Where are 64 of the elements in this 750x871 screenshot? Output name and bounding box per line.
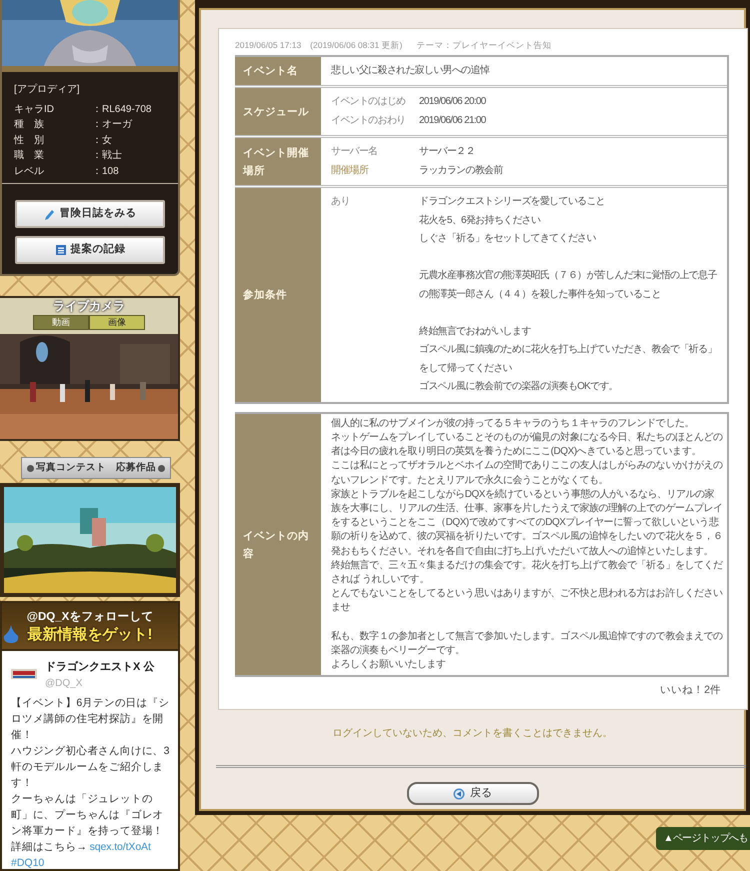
description-text: 終始無言で、三々五々集まるだけの集会です。花火を打ち上げて教会で「祈る」をしてくだされば うれしいです。 — [331, 558, 723, 587]
row-value: 悲しい父に殺された寂しい男への追悼 — [331, 64, 491, 78]
condition-text: しぐさ「祈る」をセットしてきてください — [419, 232, 597, 246]
tweet-text: 詳細はこちら→ sqex.to/tXoAt — [11, 840, 152, 854]
description-text: 個人的に私のサブメインが彼の持ってる５キャラのうち１キャラのフレンドでした。 — [331, 416, 695, 431]
tweet-author: ドラゴンクエストX 公 — [45, 660, 154, 675]
sidebar-button[interactable]: 提案の記録 — [15, 236, 165, 264]
row-label: 参加条件 — [235, 188, 321, 402]
stat-label: 職 業 — [14, 148, 45, 163]
tweet-text: 【イベント】6月テンの日は『シロツメ講師の住宅村探訪』を開催！ — [11, 696, 170, 742]
description-text: 家族とトラブルを起こしながらDQXを続けているという事態の人がいるなら、リアルの家族を大事にし、リアルの生活、仕事、家事を片したうえで家族の理解の上でのゲームプレイをするということをここ（DQX)で改めてすべてのDQXプレイヤーに誓って欲しいという悲願の祈りを込めて、彼の冥福を祈りたいです。ゴスペル風の追悼をしたいので花火を５，６発おもちください。それを各自で自由に打ち上げいただいて故人への追悼といたします。 — [331, 488, 723, 559]
tweet-text: クーちゃんは「ジュレットの町」に、プーちゃんは『ゴレオン将軍カード』を持って登場！ — [11, 792, 165, 838]
row-label: イベント開催場所 — [235, 138, 321, 186]
condition-text: 終始無言でおねがいします — [419, 324, 532, 339]
condition-text: ドラゴンクエストシリーズを愛していること — [419, 194, 606, 210]
condition-text: 花火を5、6発お持ちください — [419, 214, 542, 228]
field-value: ラッカランの教会前 — [419, 164, 503, 178]
field-label: イベントのおわり — [331, 114, 406, 128]
row-label: イベントの内容 — [235, 414, 321, 676]
stat-label: 性 別 — [14, 134, 45, 148]
camera-tab[interactable]: 動画 — [33, 315, 89, 330]
description-text: ここは私にとってザオラルとベホイムの空間でありここの友人はしがらみのないかけがえのないフレンドです。たとえリアルで永久に会うことがなくても。 — [331, 459, 723, 488]
sidebar-button[interactable]: 冒険日誌をみる — [15, 200, 165, 228]
tweet-text: ハウジング初心者さん向けに、3軒のモデルルームをご紹介します！ — [11, 744, 170, 790]
field-label: サーバー名 — [331, 145, 379, 160]
field-value: サーバー２２ — [419, 145, 475, 160]
condition-text: 元農水産事務次官の熊澤英昭氏（７６）が苦しんだ末に覚悟の上で息子の熊澤英一郎さん（４４）を殺した事件を知っていること — [419, 268, 718, 302]
description-text: 私も、数字１の参加者として無言で参加いたします。ゴスペル風追悼ですので教会まえでの楽器の演奏もベリーグーです。 — [331, 630, 723, 658]
back-button[interactable]: 戻る — [406, 782, 538, 806]
stat-label: レベル — [14, 164, 45, 178]
follow-banner[interactable]: @DQ_Xをフォローして 最新情報をゲット! — [0, 601, 180, 651]
page-top-button[interactable]: ▲ページトップへも — [656, 827, 750, 850]
section-title: ライブカメラ — [53, 298, 125, 315]
condition-text: ゴスペル風に鎮魂のために花火を打ち上げていただき、教会で「祈る」をして帰ってください — [419, 342, 718, 376]
description-text: とんでもないことをしてるという思いはありますが、ご不快と思われる方はお許しくださいませ — [331, 587, 723, 616]
character-name: [アプロディア] — [14, 82, 81, 97]
stat-value: ：108 — [92, 164, 119, 178]
stat-label: キャラID — [14, 102, 55, 116]
camera-tab[interactable]: 画像 — [89, 315, 145, 330]
pen-icon — [44, 208, 56, 220]
field-value: 2019/06/06 20:00 — [419, 95, 486, 110]
row-label: スケジュール — [235, 88, 321, 136]
list-icon — [54, 244, 66, 256]
like-count: いいね！2件 — [659, 683, 722, 698]
stat-value: ：女 — [92, 134, 112, 148]
comment-notice: ログインしていないため、コメントを書くことはできません。 — [332, 726, 614, 742]
slime-icon — [3, 625, 19, 643]
stat-value: ：RL649-708 — [92, 102, 152, 116]
field-label: イベントのはじめ — [331, 95, 406, 110]
field-label: 開催場所 — [331, 164, 370, 178]
row-label: イベント名 — [235, 56, 321, 86]
condition-text: ゴスペル風に教会前での楽器の演奏もOKです。 — [419, 380, 620, 394]
contest-header: 写真コンテスト 応募作品 — [21, 457, 171, 479]
field-value: 2019/06/06 21:00 — [419, 114, 486, 128]
post-theme: テーマ：プレイヤーイベント告知 — [416, 39, 552, 52]
description-text: よろしくお願いいたします — [331, 658, 447, 672]
stat-label: 種 族 — [14, 118, 45, 132]
post-date: 2019/06/05 17:13 (2019/06/06 08:31 更新) — [235, 39, 402, 52]
tweet-handle: @DQ_X — [45, 676, 84, 690]
back-icon — [453, 788, 465, 800]
field-label: あり — [331, 195, 351, 210]
description-text: ネットゲームをプレイしていることそのものが偏見の対象になる今日、私たちのほとんどの者は今日の疲れを取り明日の英気を養うためにここ(DQX)へきていると思っています。 — [331, 430, 723, 460]
stat-value: ：戦士 — [92, 148, 122, 163]
stat-value: ：オーガ — [92, 118, 132, 132]
